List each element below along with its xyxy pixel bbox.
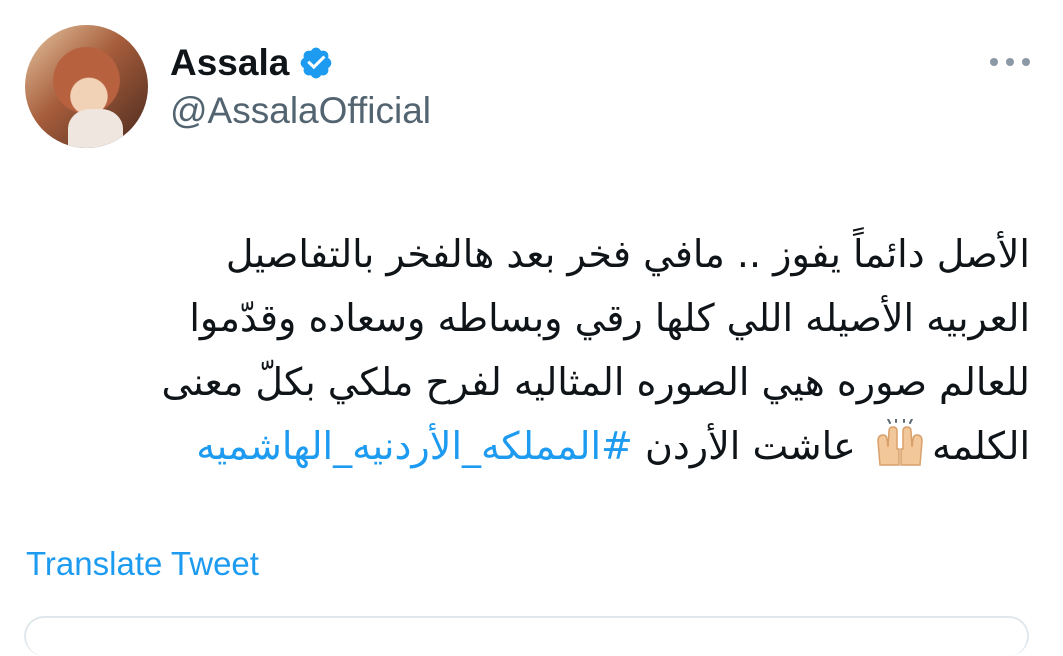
tweet-text-line: للعالم صوره هيي الصوره المثاليه لفرح ملك… [161,360,1030,404]
tweet-text-line: العربيه الأصيله اللي كلها رقي وبساطه وسع… [189,296,1030,340]
tweet: Assala @AssalaOfficial الأصل دائماً يفوز… [0,0,1063,656]
more-options-icon[interactable] [990,54,1030,70]
tweet-text-last-line: الكلمه عاشت الأردن #المملكه_الأردنيه_اله… [40,414,1030,478]
hashtag-link[interactable]: #المملكه_الأردنيه_الهاشميه [196,424,633,468]
avatar[interactable] [25,25,148,148]
author-handle[interactable]: @AssalaOfficial [170,88,431,134]
quoted-card-edge [24,616,1029,656]
raising-hands-emoji-icon [872,419,928,467]
verified-badge-icon [298,45,334,81]
tweet-text-word: عاشت الأردن [644,424,856,468]
tweet-text-line: الأصل دائماً يفوز .. مافي فخر بعد هالفخر… [225,232,1030,276]
display-name[interactable]: Assala [170,40,289,86]
author-name-row: Assala [170,40,334,86]
tweet-text-word: الكلمه [931,424,1030,468]
translate-tweet-link[interactable]: Translate Tweet [26,542,259,586]
tweet-text: الأصل دائماً يفوز .. مافي فخر بعد هالفخر… [40,222,1030,478]
